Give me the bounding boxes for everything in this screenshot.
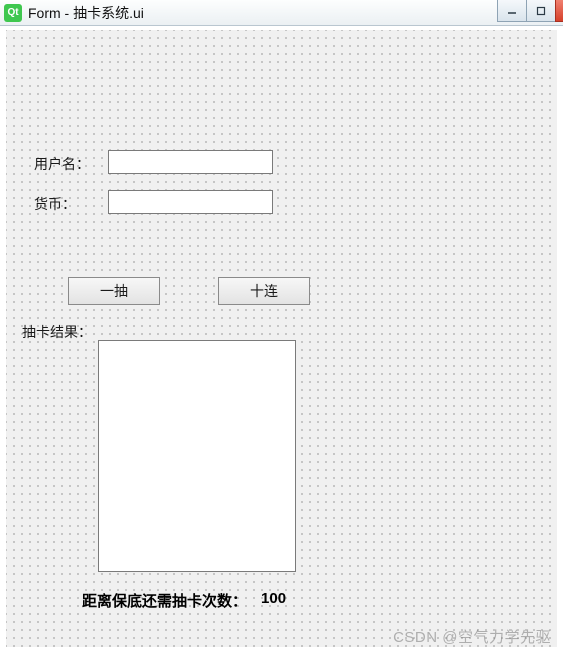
ten-pull-button[interactable]: 十连 xyxy=(218,277,310,305)
currency-input[interactable] xyxy=(108,190,273,214)
results-label: 抽卡结果： xyxy=(22,322,92,342)
form-canvas: 用户名： 货币： 一抽 十连 抽卡结果： 距离保底还需抽卡次数： 100 xyxy=(6,30,557,647)
currency-label: 货币： xyxy=(34,194,76,214)
single-pull-button[interactable]: 一抽 xyxy=(68,277,160,305)
qt-app-icon: Qt xyxy=(4,4,22,22)
title-bar: Qt Form - 抽卡系统.ui xyxy=(0,0,563,26)
username-label: 用户名： xyxy=(34,154,90,174)
pity-label: 距离保底还需抽卡次数： xyxy=(82,590,247,611)
close-button[interactable] xyxy=(555,0,563,22)
minimize-icon xyxy=(507,6,517,16)
pity-value: 100 xyxy=(261,590,286,611)
maximize-button[interactable] xyxy=(526,0,556,22)
username-input[interactable] xyxy=(108,150,273,174)
results-box xyxy=(98,340,296,572)
pity-row: 距离保底还需抽卡次数： 100 xyxy=(82,590,286,611)
minimize-button[interactable] xyxy=(497,0,527,22)
maximize-icon xyxy=(536,6,546,16)
window-title: Form - 抽卡系统.ui xyxy=(28,3,144,23)
window-controls xyxy=(498,0,563,22)
